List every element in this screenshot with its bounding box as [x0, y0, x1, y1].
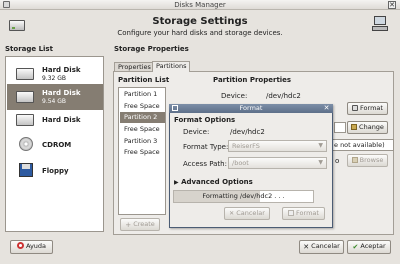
chevron-down-icon: ▼	[318, 159, 323, 166]
hard-disk-icon	[16, 68, 34, 80]
storage-item-name: CDROM	[42, 141, 72, 149]
dialog-device-label: Device:	[183, 128, 210, 136]
page-subtitle: Configure your hard disks and storage de…	[117, 29, 283, 37]
storage-item-cdrom[interactable]: CDROM	[7, 132, 103, 158]
partition-item[interactable]: Partition 1	[120, 89, 165, 100]
create-label: Create	[133, 220, 155, 228]
advanced-options-label: Advanced Options	[181, 178, 253, 186]
storage-properties-label: Storage Properties	[114, 45, 189, 53]
format-button[interactable]: Format	[347, 102, 388, 115]
cancel-button[interactable]: ✕ Cancelar	[299, 240, 344, 254]
dialog-titlebar: Format	[169, 104, 333, 113]
storage-item-floppy[interactable]: Floppy	[7, 158, 103, 184]
tab-partitions[interactable]: Partitions	[152, 61, 191, 72]
progress-text: Formatting /dev/hdc2 . . .	[202, 192, 285, 200]
computer-icon	[372, 16, 388, 31]
partition-list-label: Partition List	[118, 76, 170, 84]
format-label: Format	[360, 104, 383, 112]
device-value: /dev/hdc2	[266, 92, 301, 100]
dialog-format-label: Format	[296, 209, 319, 217]
storage-list: Hard Disk 9.32 GB Hard Disk 9.54 GB Hard…	[5, 56, 104, 232]
format-type-label: Format Type:	[183, 143, 229, 151]
dialog-close-button[interactable]: ✕	[323, 105, 330, 112]
browse-label: Browse	[359, 156, 384, 164]
storage-item-size: 9.32 GB	[42, 75, 67, 82]
cancel-icon: ✕	[303, 243, 310, 251]
storage-item-name: Hard Disk	[42, 66, 81, 74]
cancel-icon: ✕	[229, 210, 235, 217]
hard-disk-icon	[16, 91, 34, 103]
format-type-select[interactable]: ReiserFS ▼	[228, 140, 327, 152]
format-options-label: Format Options	[174, 116, 236, 124]
advanced-options-toggle[interactable]: ▶ Advanced Options	[174, 178, 253, 186]
change-label: Change	[359, 123, 384, 131]
partition-item[interactable]: Partition 3	[120, 136, 165, 147]
format-icon	[288, 210, 295, 216]
partition-item[interactable]: Free Space	[120, 147, 165, 158]
chevron-down-icon: ▼	[318, 142, 323, 149]
access-path-label: Access Path:	[183, 160, 227, 168]
dialog-icon	[172, 105, 178, 111]
hard-disk-icon	[16, 114, 34, 126]
partition-item[interactable]: Free Space	[120, 101, 165, 112]
access-path-value: /boot	[232, 159, 249, 167]
storage-item-name: Hard Disk	[42, 89, 81, 97]
partial-label: o	[335, 157, 340, 165]
page-title: Storage Settings	[152, 16, 248, 27]
storage-list-label: Storage List	[5, 45, 53, 53]
partition-item-selected[interactable]: Partition 2	[120, 112, 165, 123]
dialog-cancel-button[interactable]: ✕ Cancelar	[224, 207, 270, 220]
cancel-label: Cancelar	[311, 242, 340, 250]
partition-list: Partition 1 Free Space Partition 2 Free …	[118, 87, 166, 215]
folder-icon	[351, 124, 358, 130]
storage-item-name: Hard Disk	[42, 116, 81, 124]
format-progress-bar: Formatting /dev/hdc2 . . .	[173, 190, 314, 203]
dialog-cancel-label: Cancelar	[236, 209, 265, 217]
window-title: Disks Manager	[174, 1, 226, 9]
format-type-value: ReiserFS	[232, 142, 260, 150]
partition-item[interactable]: Free Space	[120, 124, 165, 135]
storage-item-hard-disk-3[interactable]: Hard Disk	[7, 107, 103, 133]
unavailable-field: e not available)	[332, 139, 394, 151]
partition-properties-label: Partition Properties	[213, 76, 292, 84]
device-label: Device:	[221, 92, 248, 100]
window-titlebar: Disks Manager ✕	[0, 0, 400, 10]
dialog-device-value: /dev/hdc2	[230, 128, 265, 136]
browse-button[interactable]: Browse	[347, 154, 388, 167]
storage-item-name: Floppy	[42, 167, 69, 175]
help-label: Ayuda	[25, 242, 47, 250]
storage-item-size: 9.54 GB	[42, 98, 67, 105]
mount-point-field[interactable]	[334, 122, 346, 133]
accept-label: Aceptar	[360, 242, 386, 250]
floppy-icon	[19, 163, 33, 177]
checkmark-icon: ✔	[352, 243, 359, 251]
cdrom-icon	[19, 137, 33, 151]
expander-triangle-icon: ▶	[174, 179, 179, 186]
format-icon	[352, 105, 359, 111]
help-button[interactable]: Ayuda	[10, 240, 53, 254]
access-path-select[interactable]: /boot ▼	[228, 157, 327, 169]
folder-icon	[351, 157, 358, 163]
lifebuoy-icon	[16, 242, 24, 249]
create-partition-button[interactable]: + Create	[120, 218, 160, 231]
dialog-format-button[interactable]: Format	[282, 207, 325, 220]
accept-button[interactable]: ✔ Aceptar	[347, 240, 391, 254]
window-close-button[interactable]: ✕	[388, 1, 396, 9]
change-button[interactable]: Change	[347, 121, 388, 134]
add-icon: +	[125, 221, 132, 229]
